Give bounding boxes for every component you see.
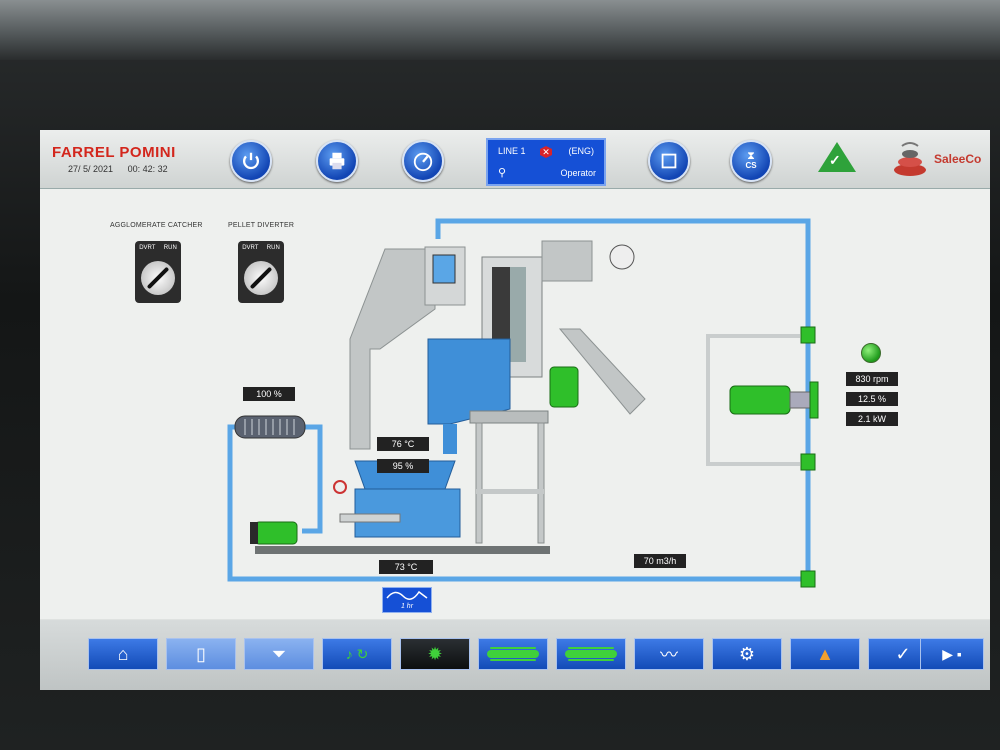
top-glare xyxy=(0,0,1000,60)
pump-motor-cap xyxy=(250,522,258,544)
recipe-button[interactable]: ♪ ↻ xyxy=(322,638,392,670)
pipe-button[interactable] xyxy=(478,638,548,670)
load-value: 12.5 % xyxy=(846,392,898,406)
trend-label: 1 hr xyxy=(400,603,414,610)
logo-text: SaleeCo xyxy=(934,152,982,166)
alarm-button[interactable]: ▲ xyxy=(790,638,860,670)
extruder-valve xyxy=(333,480,347,494)
temp-top-value: 76 °C xyxy=(377,437,429,451)
sight-glass xyxy=(432,254,456,284)
trend-wave-icon xyxy=(386,590,428,600)
platform-leg xyxy=(537,422,545,544)
home-button[interactable]: ⌂ xyxy=(88,638,158,670)
platform xyxy=(469,410,549,424)
filter-icon: ⏷ xyxy=(271,643,287,664)
power-button[interactable] xyxy=(230,140,272,182)
alarm-icon: ▲ xyxy=(816,643,834,664)
bar-icon xyxy=(565,650,617,658)
check-icon: ✓ xyxy=(895,643,911,664)
trend-button[interactable]: 1 hr xyxy=(382,587,432,613)
trend-nav-button[interactable]: 〰 xyxy=(634,638,704,670)
water-outlet xyxy=(443,424,457,454)
green-tank xyxy=(549,366,579,408)
check-mark-icon: ✓ xyxy=(829,152,841,168)
valve xyxy=(800,570,816,588)
motor-run-led xyxy=(861,343,881,363)
motor-coupling xyxy=(789,391,811,409)
cooler-percent: 100 % xyxy=(243,387,295,401)
settings-icon: ⚙ xyxy=(738,643,756,664)
top-valve xyxy=(609,244,635,270)
level-percent: 95 % xyxy=(377,459,429,473)
valve xyxy=(800,453,816,471)
pipe-icon xyxy=(487,650,539,658)
cs-button[interactable]: ⧗ CS xyxy=(730,140,772,182)
line-label: LINE 1 xyxy=(498,146,526,156)
line-status-button[interactable]: LINE 1 ✕ (ENG) ⚲ Operator xyxy=(486,138,606,186)
hourglass-icon: ⧗ xyxy=(747,150,755,162)
duct xyxy=(349,248,436,450)
page-icon: ▯ xyxy=(196,643,206,664)
page-button[interactable]: ▯ xyxy=(166,638,236,670)
brand-name: FARREL POMINI xyxy=(52,144,176,161)
cs-label: CS xyxy=(745,161,757,170)
power-value: 2.1 kW xyxy=(846,412,898,426)
base-plate xyxy=(255,546,550,554)
recipe-icon: ♪ ↻ xyxy=(345,645,369,662)
platform-rail xyxy=(476,489,544,494)
power-icon xyxy=(243,152,259,170)
next-button[interactable]: ▶ ▪ xyxy=(920,638,984,670)
frame-icon xyxy=(661,153,677,169)
extruder-screw xyxy=(339,513,401,523)
trend-icon: 〰 xyxy=(660,645,678,665)
home-icon: ⌂ xyxy=(117,643,129,664)
play-page-icon: ▶ ▪ xyxy=(942,645,962,662)
gear-wheel-icon: ✹ xyxy=(427,643,443,664)
motor-flange xyxy=(809,381,819,419)
date-label: 27/ 5/ 2021 xyxy=(68,164,114,174)
date-time: 27/ 5/ 2021 00: 42: 32 xyxy=(68,164,180,174)
cutter-button[interactable]: ✹ xyxy=(400,638,470,670)
printer-icon xyxy=(329,152,345,170)
bar-button[interactable] xyxy=(556,638,626,670)
bottom-nav: ⌂ ▯ ⏷ ♪ ↻ ✹ 〰 ⚙ ▲ ✓ ▶ ▪ xyxy=(40,620,990,690)
gauge-button[interactable] xyxy=(402,140,444,182)
temp-bottom-value: 73 °C xyxy=(379,560,433,574)
extruder-body xyxy=(354,488,461,538)
user-label: Operator xyxy=(560,168,596,178)
gauge-icon xyxy=(413,152,433,172)
process-view: AGGLOMERATE CATCHER PELLET DIVERTER DVRT… xyxy=(40,189,990,619)
user-icon: ⚲ xyxy=(498,167,507,179)
pump-motor xyxy=(254,521,298,545)
speed-value: 830 rpm xyxy=(846,372,898,386)
platform-leg xyxy=(475,422,483,544)
flow-value: 70 m3/h xyxy=(634,554,686,568)
print-button[interactable] xyxy=(316,140,358,182)
error-icon: ✕ xyxy=(540,146,552,158)
hmi-screen: FARREL POMINI 27/ 5/ 2021 00: 42: 32 LIN… xyxy=(40,130,990,690)
company-logo-icon xyxy=(894,142,926,176)
top-duct xyxy=(541,240,593,282)
fullscreen-button[interactable] xyxy=(648,140,690,182)
header-bar: FARREL POMINI 27/ 5/ 2021 00: 42: 32 LIN… xyxy=(40,130,990,189)
main-motor xyxy=(729,385,791,415)
valve xyxy=(800,326,816,344)
filter-button[interactable]: ⏷ xyxy=(244,638,314,670)
language-label: (ENG) xyxy=(568,146,595,156)
time-label: 00: 42: 32 xyxy=(127,164,168,174)
settings-button[interactable]: ⚙ xyxy=(712,638,782,670)
shaft-flights xyxy=(510,267,526,362)
